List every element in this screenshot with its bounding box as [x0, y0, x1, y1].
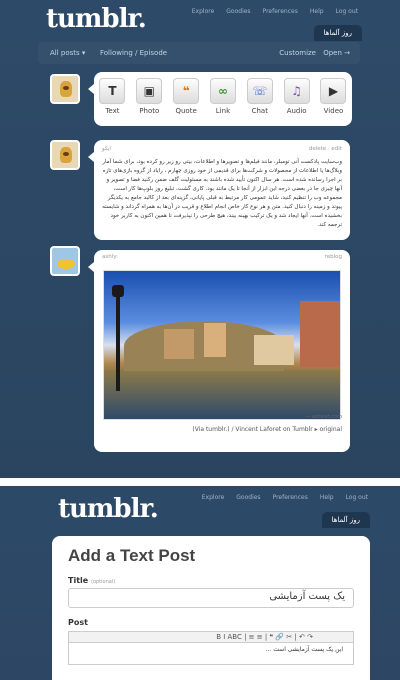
- tumblr-logo[interactable]: tumblr.: [46, 4, 147, 34]
- audio-icon: ♫: [283, 78, 310, 104]
- post-type-chooser: T Text ▣ Photo ❝ Quote ∞ Link ☏ Chat ♫ Audio ▶…: [88, 72, 352, 126]
- post-author[interactable]: ایکو: [102, 146, 111, 152]
- post-meta: ایکو delete · edit: [102, 146, 342, 152]
- nav-explore[interactable]: Explore: [202, 494, 225, 501]
- post-photo[interactable]: [103, 270, 341, 420]
- dashboard-bar: All posts ▾ Following / Episode Customiz…: [38, 42, 360, 64]
- nav-help[interactable]: Help: [310, 8, 324, 15]
- nav-logout[interactable]: Log out: [346, 494, 368, 501]
- photo-icon: ▣: [136, 78, 163, 104]
- nav-logout[interactable]: Log out: [336, 8, 358, 15]
- title-label: Title (optional): [68, 576, 116, 585]
- text-icon: T: [99, 78, 126, 104]
- title-input[interactable]: یک پست آزمایشی: [68, 588, 354, 608]
- text-post: ایکو delete · edit وب‌سایت پادکست آنی تو…: [88, 140, 350, 240]
- add-post-screenshot: tumblr. Explore Goodies Preferences Help…: [0, 486, 400, 680]
- nav-help[interactable]: Help: [320, 494, 334, 501]
- lamp-post: [112, 285, 124, 391]
- tumblr-logo[interactable]: tumblr.: [58, 494, 159, 524]
- top-nav: Explore Goodies Preferences Help Log out: [202, 494, 368, 501]
- link-icon: ∞: [209, 78, 236, 104]
- post-editor: Add a Text Post Title (optional) یک پست …: [52, 536, 370, 680]
- post-type-audio[interactable]: ♫ Audio: [282, 78, 312, 115]
- avatar[interactable]: [50, 246, 80, 276]
- photo-credit: — ashsnit.com: [305, 414, 342, 420]
- chat-icon: ☏: [246, 78, 273, 104]
- post-controls[interactable]: delete · edit: [309, 146, 342, 152]
- nav-preferences[interactable]: Preferences: [273, 494, 308, 501]
- avatar[interactable]: [50, 74, 80, 104]
- blog-tab[interactable]: روز آلماها: [313, 25, 362, 41]
- blog-tab[interactable]: روز آلماها: [321, 512, 370, 528]
- dashboard-screenshot: tumblr. Explore Goodies Preferences Help…: [0, 0, 400, 478]
- post-type-video[interactable]: ▶ Video: [318, 78, 348, 115]
- nav-explore[interactable]: Explore: [192, 8, 215, 15]
- post-body-input[interactable]: این یک پست آزمایشی است ...: [68, 643, 354, 665]
- post-type-text[interactable]: T Text: [97, 78, 127, 115]
- all-posts-dropdown[interactable]: All posts ▾: [50, 49, 85, 57]
- divider: [0, 478, 400, 486]
- following-link[interactable]: Following / Episode: [100, 49, 167, 57]
- reblog-link[interactable]: reblog: [325, 254, 342, 260]
- nav-goodies[interactable]: Goodies: [236, 494, 260, 501]
- editor-toolbar[interactable]: B I ABC | ≡ ≡ | ❝ 🔗 ✂ | ↶ ↷: [68, 631, 354, 643]
- post-type-photo[interactable]: ▣ Photo: [134, 78, 164, 115]
- photo-post: ashly: reblog — ashsnit.com (Via tumblr.…: [88, 250, 350, 452]
- avatar[interactable]: [50, 140, 80, 170]
- post-type-quote[interactable]: ❝ Quote: [171, 78, 201, 115]
- customize-link[interactable]: Customize: [279, 49, 316, 57]
- quote-icon: ❝: [173, 78, 200, 104]
- video-icon: ▶: [320, 78, 347, 104]
- post-label: Post: [68, 618, 88, 627]
- nav-goodies[interactable]: Goodies: [226, 8, 250, 15]
- nav-preferences[interactable]: Preferences: [263, 8, 298, 15]
- post-body: وب‌سایت پادکست آنی تومبلر، مانند فیلم‌ها…: [102, 159, 342, 228]
- post-meta: ashly: reblog: [102, 254, 342, 260]
- top-nav: Explore Goodies Preferences Help Log out: [192, 8, 358, 15]
- post-type-chat[interactable]: ☏ Chat: [245, 78, 275, 115]
- post-author[interactable]: ashly:: [102, 254, 118, 260]
- page-title: Add a Text Post: [68, 546, 196, 565]
- post-type-link[interactable]: ∞ Link: [208, 78, 238, 115]
- photo-caption: (Via tumblr.) / Vincent Laforet on Tumbl…: [192, 426, 342, 433]
- open-link[interactable]: Open →: [323, 49, 350, 57]
